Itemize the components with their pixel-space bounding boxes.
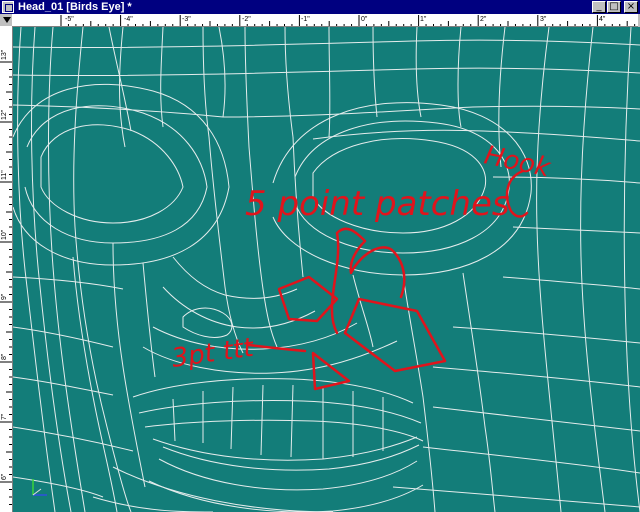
ruler-top-label: -1" [301, 16, 310, 23]
window-title: Head_01 [Birds Eye] * [18, 1, 132, 13]
horizontal-ruler[interactable]: -5" -4" -3" -2" -1" 0" 1" 2" 3" 4" [12, 14, 638, 27]
hook-label: Hook [482, 141, 554, 184]
title-bar[interactable]: Head_01 [Birds Eye] * _ □ × [0, 0, 640, 14]
ruler-left-label: 7" [1, 413, 8, 420]
ruler-left-label: 13" [1, 49, 8, 60]
ruler-left-label: 11" [1, 170, 8, 180]
five-point-patches-label: 5 point patches [245, 184, 510, 224]
maximize-button[interactable]: □ [607, 1, 621, 13]
vertical-ruler[interactable]: 13" 12" 11" 10" 9" 8" 7" 6" [0, 26, 13, 512]
ruler-left-label: 10" [1, 229, 8, 240]
ruler-top-label: 3" [540, 16, 547, 23]
ruler-top-label: 1" [420, 16, 427, 23]
ruler-corner-menu-icon[interactable] [0, 14, 12, 26]
ruler-top-label: 4" [599, 16, 606, 23]
mesh-lines [13, 27, 640, 512]
vertical-ruler-ticks [0, 61, 12, 505]
ruler-top-label: -4" [124, 16, 133, 23]
patch-5pt-right [343, 297, 447, 373]
3d-viewport[interactable]: 5 point patches Hook 3pt ttt [13, 27, 640, 512]
wireframe-head-mesh[interactable]: 5 point patches Hook 3pt ttt [13, 27, 640, 512]
window-icon[interactable] [2, 1, 14, 13]
ruler-top-label: -5" [65, 16, 74, 23]
ruler-top-label: 0" [361, 16, 368, 23]
viewport-window: Head_01 [Birds Eye] * _ □ × -5" -4" -3" … [0, 0, 640, 512]
ruler-left-label: 6" [1, 473, 8, 480]
ruler-left-label: 8" [1, 353, 8, 360]
minimize-button[interactable]: _ [592, 1, 606, 13]
ruler-top-label: -3" [182, 16, 191, 23]
ruler-left-label: 12" [1, 109, 8, 120]
annotation-arrow [330, 227, 406, 335]
ruler-top-label: -2" [242, 16, 251, 23]
ruler-left-label: 9" [1, 293, 8, 300]
ruler-top-label: 2" [480, 16, 487, 23]
close-button[interactable]: × [624, 1, 638, 13]
